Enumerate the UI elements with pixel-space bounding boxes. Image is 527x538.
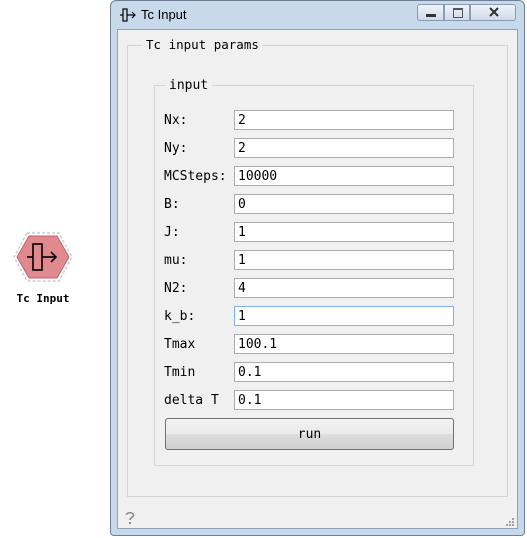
field-row-tmin: Tmin: [164, 362, 464, 384]
field-label-k-b: k_b:: [164, 309, 196, 324]
k-b-input[interactable]: [234, 306, 454, 326]
field-label-tmin: Tmin: [164, 365, 196, 380]
b-input[interactable]: [234, 194, 454, 214]
field-label-ny: Ny:: [164, 141, 188, 156]
field-row-b: B:: [164, 194, 464, 216]
tmin-input[interactable]: [234, 362, 454, 382]
window-client-area: Tc input params input Nx: Ny: MCSteps: B…: [117, 29, 518, 529]
widget-label: Tc Input: [16, 292, 70, 305]
field-row-k-b: k_b:: [164, 306, 464, 328]
close-button[interactable]: [470, 4, 516, 21]
field-label-j: J:: [164, 225, 180, 240]
field-label-tmax: Tmax: [164, 337, 196, 352]
field-label-delta-t: delta T: [164, 393, 219, 408]
nx-input[interactable]: [234, 110, 454, 130]
tc-input-widget[interactable]: Tc Input: [10, 232, 76, 312]
tc-input-widget-icon[interactable]: [10, 232, 76, 282]
ny-input[interactable]: [234, 138, 454, 158]
field-row-j: J:: [164, 222, 464, 244]
field-row-mcsteps: MCSteps:: [164, 166, 464, 188]
resize-grip-icon[interactable]: [505, 516, 515, 526]
field-label-nx: Nx:: [164, 113, 188, 128]
field-row-delta-t: delta T: [164, 390, 464, 412]
title-bar[interactable]: Tc Input: [111, 1, 524, 29]
delta-t-input[interactable]: [234, 390, 454, 410]
field-row-mu: mu:: [164, 250, 464, 272]
field-label-n2: N2:: [164, 281, 188, 296]
tc-input-title-icon: [119, 7, 137, 23]
window-title: Tc Input: [141, 7, 187, 22]
field-label-b: B:: [164, 197, 180, 212]
mu-input[interactable]: [234, 250, 454, 270]
field-label-mu: mu:: [164, 253, 188, 268]
field-row-n2: N2:: [164, 278, 464, 300]
input-group-title: input: [165, 78, 213, 93]
minimize-button[interactable]: [417, 4, 444, 21]
field-row-ny: Ny:: [164, 138, 464, 160]
mcsteps-input[interactable]: [234, 166, 454, 186]
help-icon[interactable]: [123, 510, 137, 526]
field-row-nx: Nx:: [164, 110, 464, 132]
field-label-mcsteps: MCSteps:: [164, 169, 227, 184]
maximize-icon: [453, 8, 463, 18]
close-icon: [488, 6, 500, 22]
n2-input[interactable]: [234, 278, 454, 298]
params-group-title: Tc input params: [143, 37, 262, 52]
run-button[interactable]: run: [165, 418, 454, 450]
tmax-input[interactable]: [234, 334, 454, 354]
maximize-button[interactable]: [444, 4, 470, 21]
j-input[interactable]: [234, 222, 454, 242]
minimize-icon: [426, 14, 436, 17]
field-row-tmax: Tmax: [164, 334, 464, 356]
tc-input-window: Tc Input Tc input params input Nx: Ny:: [110, 0, 525, 536]
